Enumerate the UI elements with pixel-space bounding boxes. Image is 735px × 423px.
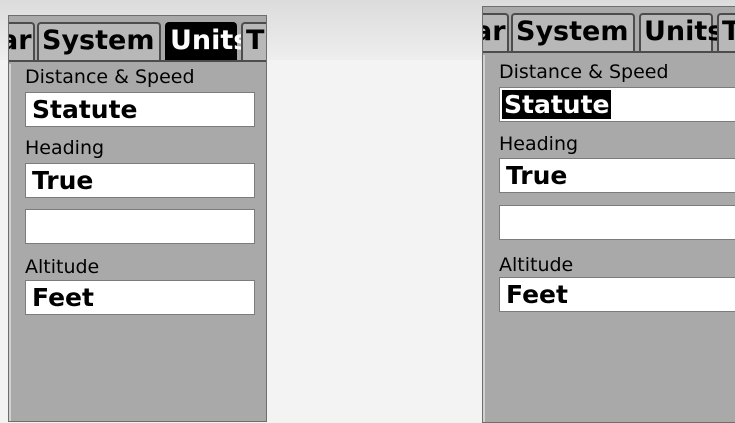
tab-divider	[483, 51, 735, 53]
heading-label: Heading	[499, 133, 579, 155]
tab-units[interactable]: Units	[639, 13, 723, 51]
tab-partial-left[interactable]: ar	[9, 22, 35, 60]
heading-field[interactable]: True	[25, 163, 255, 198]
tab-partial-right[interactable]: T	[717, 13, 735, 51]
gps-units-screen-right: ar System Units T Distance & Speed Statu…	[482, 6, 735, 423]
distance-speed-value: Statute	[502, 90, 612, 119]
altitude-value: Feet	[506, 280, 568, 309]
altitude-label: Altitude	[25, 256, 100, 278]
altitude-value: Feet	[32, 283, 94, 312]
altitude-field[interactable]: Feet	[499, 277, 735, 312]
heading-label: Heading	[25, 137, 105, 159]
distance-speed-value: Statute	[32, 95, 138, 124]
units-panel: Distance & Speed Statute Heading True Al…	[9, 64, 266, 421]
heading-field[interactable]: True	[499, 158, 735, 193]
distance-speed-label: Distance & Speed	[25, 66, 195, 88]
tab-divider	[9, 60, 266, 62]
tab-partial-left[interactable]: ar	[483, 13, 509, 51]
tab-bar: ar System Units T	[483, 7, 735, 53]
distance-speed-label: Distance & Speed	[499, 61, 669, 83]
tab-bar: ar System Units T	[9, 16, 266, 62]
gps-units-screen-left: ar System Units T Distance & Speed Statu…	[8, 15, 267, 422]
distance-speed-field[interactable]: Statute	[499, 87, 735, 122]
tab-system[interactable]: System	[37, 22, 161, 60]
tab-partial-right[interactable]: T	[241, 22, 266, 60]
empty-field[interactable]	[499, 205, 735, 240]
empty-field[interactable]	[25, 209, 255, 244]
heading-value: True	[506, 161, 568, 190]
altitude-label: Altitude	[499, 254, 574, 276]
altitude-field[interactable]: Feet	[25, 280, 255, 315]
distance-speed-field[interactable]: Statute	[25, 92, 255, 127]
tab-system[interactable]: System	[511, 13, 635, 51]
tab-units[interactable]: Units	[165, 22, 249, 60]
units-panel: Distance & Speed Statute Heading True Al…	[483, 55, 735, 422]
heading-value: True	[32, 166, 94, 195]
